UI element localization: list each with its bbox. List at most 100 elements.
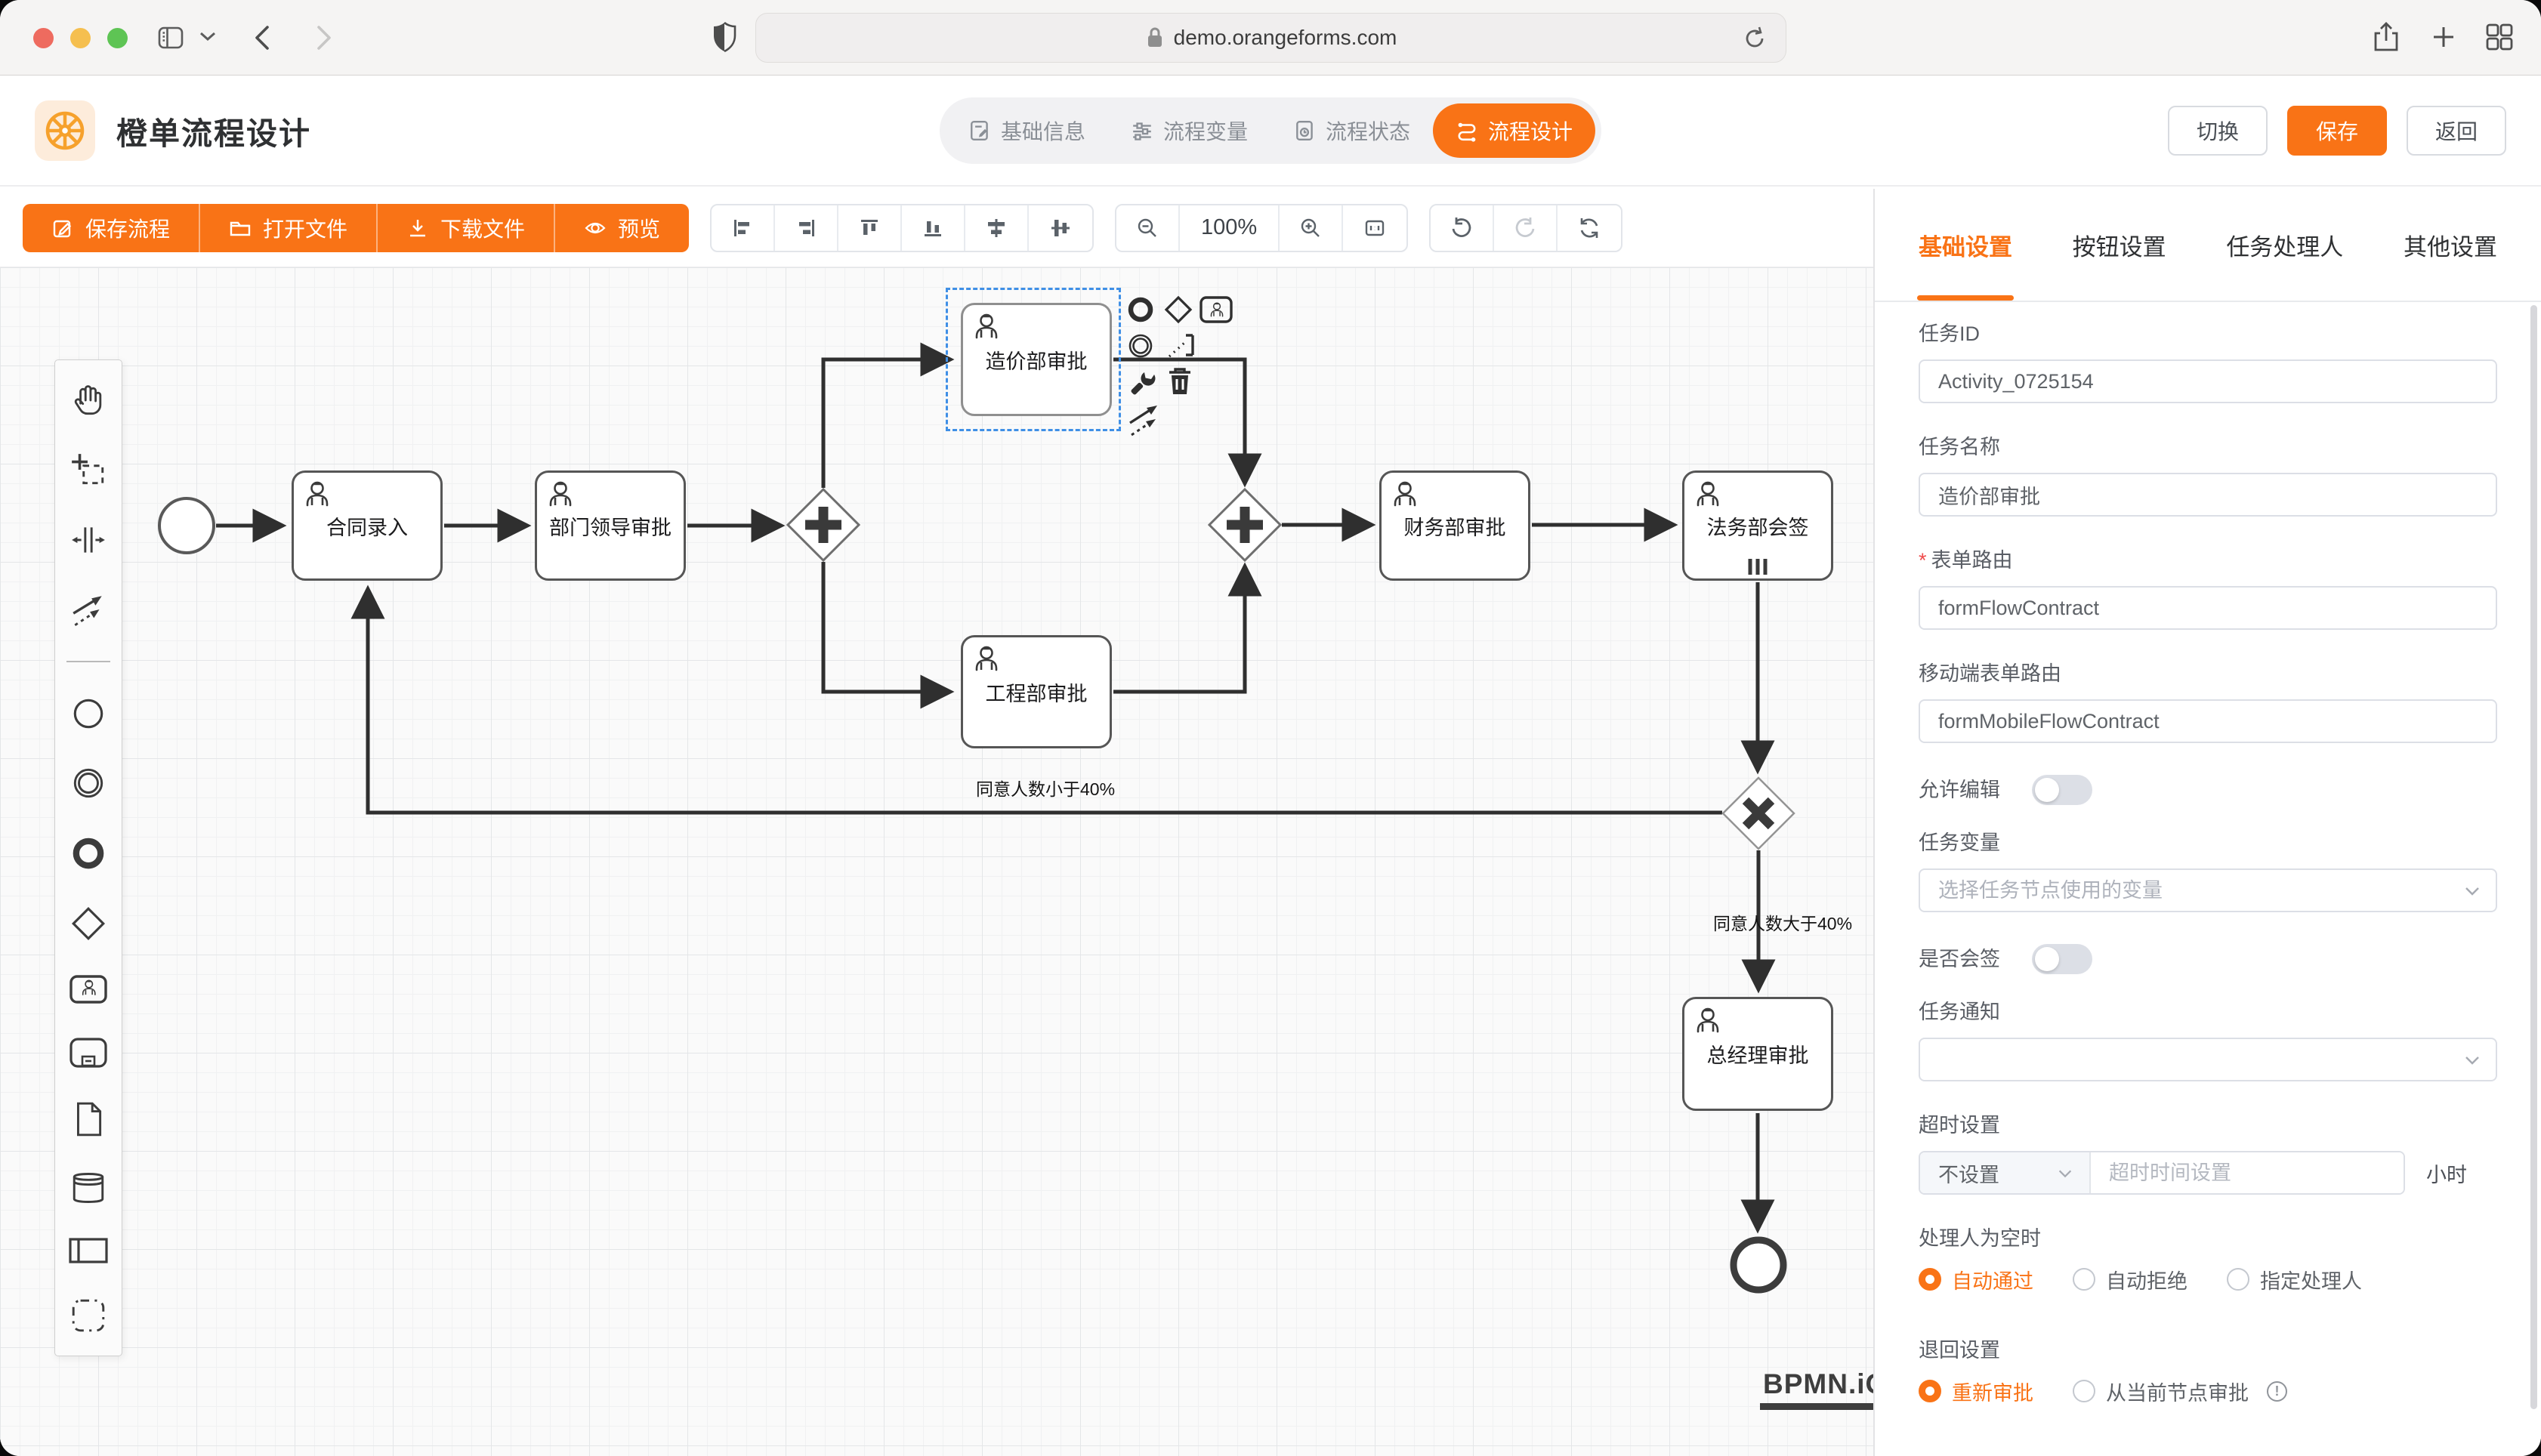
- timeout-value-input[interactable]: [2091, 1152, 2404, 1193]
- zoom-out-button[interactable]: [1116, 205, 1180, 251]
- create-start-event[interactable]: [69, 695, 107, 733]
- bpmn-canvas[interactable]: 合同录入 部门领导审批 造价部审批 工程部审批 财务部审批: [0, 267, 1873, 1456]
- reload-icon[interactable]: [1740, 24, 1769, 53]
- exclusive-gateway[interactable]: [1723, 778, 1794, 849]
- open-file-button[interactable]: 打开文件: [200, 204, 378, 252]
- delete-trash-icon[interactable]: [1165, 366, 1195, 397]
- undo-button[interactable]: [1431, 205, 1494, 251]
- radio-auto-approve[interactable]: 自动通过: [1919, 1265, 2033, 1294]
- task-node-countersign[interactable]: 法务部会签: [1682, 470, 1833, 581]
- back-button[interactable]: [248, 20, 278, 56]
- create-data-object[interactable]: [72, 1100, 105, 1138]
- create-data-store[interactable]: [69, 1171, 107, 1205]
- save-flow-button[interactable]: 保存流程: [23, 204, 200, 252]
- align-top-button[interactable]: [838, 205, 902, 251]
- global-connect-tool[interactable]: [69, 591, 107, 629]
- flow-toolbar: 保存流程 打开文件 下载文件 预览: [0, 189, 1873, 267]
- task-node[interactable]: 工程部审批: [961, 635, 1112, 748]
- save-button[interactable]: 保存: [2287, 106, 2387, 156]
- tab-other-settings[interactable]: 其他设置: [2404, 189, 2497, 301]
- reset-button[interactable]: [1558, 205, 1621, 251]
- tab-process-design[interactable]: 流程设计: [1433, 103, 1595, 158]
- task-label: 法务部会签: [1707, 511, 1809, 541]
- close-window-button[interactable]: [33, 28, 54, 48]
- create-group[interactable]: [69, 1297, 107, 1334]
- new-tab-icon[interactable]: [2426, 20, 2461, 54]
- tab-process-variables[interactable]: 流程变量: [1108, 103, 1270, 158]
- hand-tool[interactable]: [69, 381, 107, 419]
- append-intermediate-event-icon[interactable]: [1125, 331, 1156, 361]
- space-tool[interactable]: [69, 521, 107, 559]
- task-name-input[interactable]: [1919, 473, 2497, 517]
- form-route-input[interactable]: [1919, 586, 2497, 630]
- create-user-task[interactable]: [69, 974, 108, 1004]
- create-gateway[interactable]: [69, 905, 107, 942]
- radio-restart-approval[interactable]: 重新审批: [1919, 1377, 2033, 1406]
- align-left-button[interactable]: [712, 205, 775, 251]
- radio-auto-reject[interactable]: 自动拒绝: [2073, 1265, 2187, 1294]
- edge-label-approve[interactable]: 同意人数大于40%: [1713, 909, 1852, 935]
- change-type-wrench-icon[interactable]: [1127, 367, 1159, 399]
- task-node[interactable]: 财务部审批: [1379, 470, 1530, 581]
- zoom-window-button[interactable]: [107, 28, 128, 48]
- task-node[interactable]: 总经理审批: [1682, 997, 1833, 1111]
- chevron-down-icon[interactable]: [198, 30, 218, 44]
- task-notify-select[interactable]: [1919, 1038, 2497, 1081]
- info-icon[interactable]: !: [2267, 1381, 2287, 1402]
- panel-scrollbar[interactable]: [2530, 305, 2537, 1409]
- mobile-form-route-input[interactable]: [1919, 699, 2497, 743]
- task-label: 部门领导审批: [549, 511, 672, 541]
- end-event[interactable]: [1734, 1240, 1783, 1290]
- parallel-gateway-join[interactable]: [1209, 489, 1280, 560]
- countersign-toggle[interactable]: [2032, 944, 2092, 974]
- minimize-window-button[interactable]: [70, 28, 91, 48]
- edge-label-reject[interactable]: 同意人数小于40%: [976, 775, 1115, 800]
- align-right-button[interactable]: [775, 205, 838, 251]
- download-file-button[interactable]: 下载文件: [378, 204, 555, 252]
- sidebar-toggle-icon[interactable]: [154, 21, 187, 54]
- task-id-input[interactable]: [1919, 359, 2497, 403]
- address-bar[interactable]: demo.orangeforms.com: [755, 13, 1786, 63]
- chevron-down-icon: [2056, 1164, 2074, 1183]
- forward-button[interactable]: [308, 20, 338, 56]
- align-bottom-button[interactable]: [902, 205, 965, 251]
- align-center-horizontal-button[interactable]: [965, 205, 1029, 251]
- tab-task-assignee[interactable]: 任务处理人: [2226, 189, 2343, 301]
- back-button-app[interactable]: 返回: [2407, 106, 2506, 156]
- task-node[interactable]: 合同录入: [292, 470, 443, 581]
- tab-overview-icon[interactable]: [2482, 20, 2517, 54]
- fit-viewport-button[interactable]: [1343, 205, 1406, 251]
- start-event[interactable]: [159, 498, 214, 553]
- zoom-in-button[interactable]: [1280, 205, 1343, 251]
- parallel-gateway-split[interactable]: [788, 489, 859, 560]
- radio-assign-handler[interactable]: 指定处理人: [2227, 1265, 2362, 1294]
- privacy-shield-icon[interactable]: [712, 20, 737, 55]
- align-center-vertical-button[interactable]: [1029, 205, 1092, 251]
- append-end-event-icon[interactable]: [1125, 295, 1156, 325]
- share-icon[interactable]: [2369, 20, 2404, 54]
- tab-process-status[interactable]: 流程状态: [1270, 103, 1433, 158]
- append-gateway-icon[interactable]: [1163, 295, 1193, 325]
- allow-edit-toggle[interactable]: [2032, 775, 2092, 805]
- lasso-tool[interactable]: [69, 452, 107, 489]
- create-end-event[interactable]: [69, 834, 107, 872]
- append-text-annotation-icon[interactable]: [1165, 331, 1198, 361]
- preview-button[interactable]: 预览: [555, 204, 689, 252]
- create-call-activity[interactable]: [69, 1037, 108, 1069]
- tab-basic-info[interactable]: 基础信息: [946, 103, 1108, 158]
- bpmn-io-watermark[interactable]: BPMN.iO: [1760, 1368, 1873, 1410]
- create-participant-pool[interactable]: [68, 1237, 109, 1264]
- required-mark: *: [1919, 549, 1927, 572]
- append-task-icon[interactable]: [1199, 296, 1233, 323]
- tab-button-settings[interactable]: 按钮设置: [2073, 189, 2166, 301]
- radio-current-node-approval[interactable]: 从当前节点审批!: [2073, 1377, 2287, 1406]
- task-node[interactable]: 部门领导审批: [535, 470, 686, 581]
- connect-flow-icon[interactable]: [1125, 402, 1163, 440]
- switch-button[interactable]: 切换: [2168, 106, 2268, 156]
- timeout-mode-select[interactable]: 不设置: [1920, 1152, 2091, 1193]
- field-label: 任务变量: [1919, 829, 2497, 856]
- tab-basic-settings[interactable]: 基础设置: [1919, 189, 2012, 301]
- create-intermediate-event[interactable]: [69, 764, 107, 802]
- task-variable-select[interactable]: [1919, 868, 2497, 912]
- redo-button[interactable]: [1494, 205, 1558, 251]
